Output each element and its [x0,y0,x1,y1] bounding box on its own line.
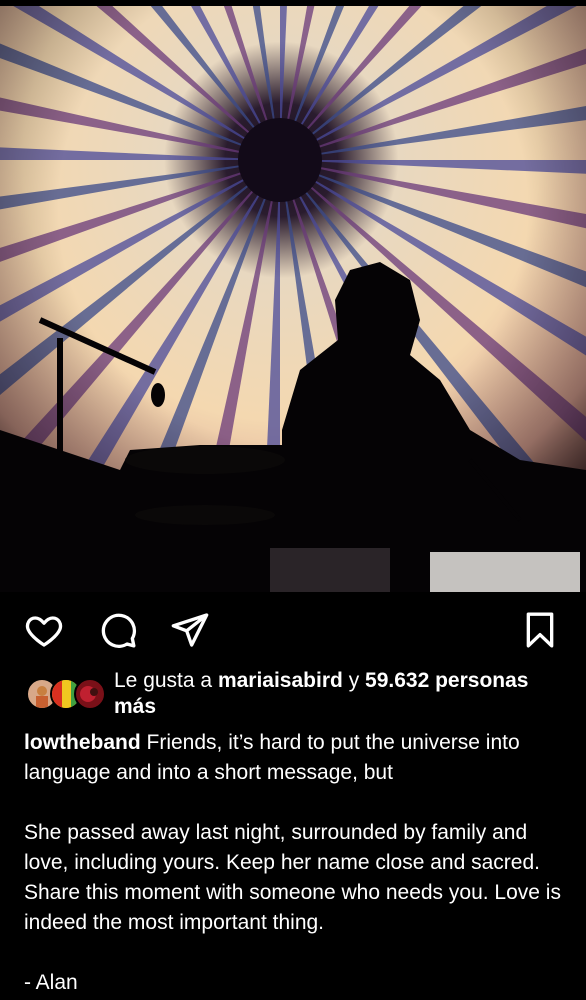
likes-prefix: Le gusta a [114,669,213,692]
concert-photo [0,0,586,592]
likes-joiner: y [348,669,360,692]
action-bar [0,592,586,664]
caption-paragraph-2: She passed away last night, surrounded b… [24,821,561,934]
comment-icon [101,613,136,648]
liker-avatars[interactable] [26,678,106,710]
likes-count[interactable]: 59.632 [365,669,429,692]
post-caption: lowtheband Friends, it’s hard to put the… [24,728,569,998]
share-button[interactable] [170,610,210,650]
likes-text[interactable]: Le gusta a mariaisabird y 59.632 persona… [114,668,564,720]
save-button[interactable] [520,610,560,650]
like-button[interactable] [24,610,64,650]
heart-icon [25,616,63,647]
comment-button[interactable] [98,610,138,650]
caption-line-1: lowtheband Friends, it’s hard to put the… [24,728,569,788]
avatar [74,678,106,710]
bookmark-icon [526,612,554,648]
caption-signature: - Alan [24,971,78,994]
post-image[interactable] [0,0,586,592]
caption-username[interactable]: lowtheband [24,731,141,754]
send-icon [171,613,209,647]
liker-username[interactable]: mariaisabird [218,669,343,692]
